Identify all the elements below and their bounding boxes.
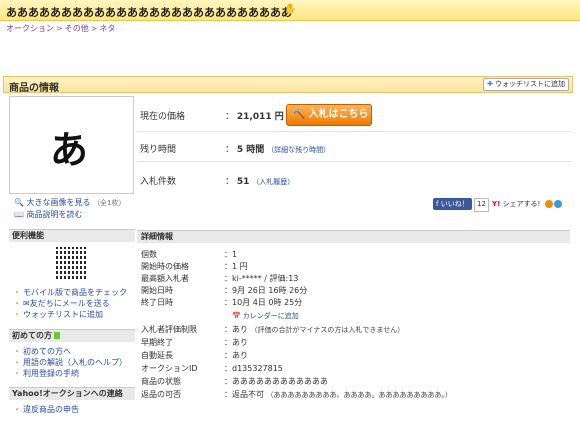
watchlist-label: ウォッチリストに追加 <box>495 80 565 88</box>
bid-button[interactable]: 🔨 入札はこちら <box>286 104 372 126</box>
detail-value: ：9月 26日 16時 26分 <box>224 286 308 295</box>
bid-count-label: 入札件数 <box>140 177 177 187</box>
details-header: 詳細情報 <box>137 230 570 243</box>
image-count: （全1枚） <box>93 199 126 207</box>
beginners-link[interactable]: ・初めての方へ <box>13 346 71 357</box>
send-mail-link[interactable]: ・ ✉友だちにメールを送る <box>13 298 110 309</box>
watchlist-button[interactable]: ✚ ウォッチリストに追加 <box>483 78 569 91</box>
detail-label: 個数 <box>141 250 157 259</box>
section-title: 商品の情報 <box>9 83 59 94</box>
magnifier-icon: 🔍 <box>14 198 24 207</box>
detail-value: ：1 <box>224 250 238 259</box>
detail-value: ：ああああああああああああ <box>224 377 328 386</box>
twitter-icon[interactable] <box>554 200 562 208</box>
image-links: 🔍 大きな画像を見る （全1枚） 📖 商品説明を読む <box>14 197 126 221</box>
title-bar: ああああああああああああああああああああああああああ ✋ <box>0 0 580 21</box>
detail-label: 開始時の価格 <box>141 262 189 271</box>
detail-label: 開始日時 <box>141 286 173 295</box>
glossary-link[interactable]: ・用語の解説（入札のヘルプ） <box>13 357 127 368</box>
remaining-time-value: ： 5 時間 （詳細な残り時間） <box>225 145 331 155</box>
mobile-check-link[interactable]: ・モバイル版で商品をチェック <box>13 287 127 298</box>
qr-code-pattern <box>56 247 88 279</box>
divider <box>137 131 571 132</box>
current-price-label: 現在の価格 <box>140 112 186 122</box>
detail-value: ：返品不可 （あああああああああ、ああああ。あああああああああ。） <box>224 390 453 399</box>
detail-label: 返品の可否 <box>141 390 181 399</box>
remaining-time-label: 残り時間 <box>140 145 177 155</box>
detail-value: ：あり <box>224 351 248 360</box>
enlarge-image-link[interactable]: 大きな画像を見る <box>27 198 91 207</box>
item-image[interactable]: あ <box>9 96 134 194</box>
highest-bidder-value[interactable]: ：ki-***** / 評価:13 <box>224 273 298 284</box>
chevron-right-icon: > <box>90 24 98 33</box>
detail-value: ：あり <box>224 338 248 347</box>
calendar-icon: 📅 <box>232 312 241 320</box>
hammer-icon: 🔨 <box>293 109 306 120</box>
breadcrumb-other[interactable]: その他 <box>65 24 89 33</box>
share-icon[interactable] <box>545 200 553 208</box>
read-description-link[interactable]: 商品説明を読む <box>27 210 83 219</box>
detailed-time-link[interactable]: （詳細な残り時間） <box>267 146 330 154</box>
breadcrumb-auction[interactable]: オークション <box>6 24 54 33</box>
detail-value: ：あり （評価の合計がマイナスの方は入札できません） <box>224 325 405 334</box>
page-title: ああああああああああああああああああああああああああ <box>6 6 292 19</box>
add-calendar-link[interactable]: 📅 カレンダーに追加 <box>232 311 299 321</box>
current-price-value: ： 21,011 円 <box>225 112 284 122</box>
detail-value: ：10月 4日 0時 25分 <box>224 298 303 307</box>
add-watchlist-link[interactable]: ・ウォッチリストに追加 <box>13 309 103 320</box>
hand-icon: ✋ <box>284 4 297 15</box>
registration-link[interactable]: ・利用登録の手続 <box>13 368 79 379</box>
item-image-glyph: あ <box>50 128 89 172</box>
divider <box>137 161 571 162</box>
detail-label: 自動延長 <box>141 351 173 360</box>
yahoo-share-button[interactable]: Y! シェアする! <box>492 198 540 210</box>
plus-icon: ✚ <box>487 80 493 88</box>
detail-label: 商品の状態 <box>141 377 181 386</box>
mail-icon: ✉ <box>23 299 30 308</box>
bid-history-link[interactable]: （入札履歴） <box>252 178 294 186</box>
detail-label: オークションID <box>141 364 198 373</box>
convenience-header: 便利機能 <box>9 229 135 242</box>
like-count: 12 <box>474 198 489 212</box>
detail-value: ：1 円 <box>224 262 248 271</box>
chevron-right-icon: > <box>56 24 63 33</box>
report-violation-link[interactable]: ・違反商品の申告 <box>13 404 79 415</box>
bid-count-value: ： 51 （入札履歴） <box>225 177 295 187</box>
breadcrumb-neta[interactable]: ネタ <box>99 24 115 33</box>
item-info-header: 商品の情報 ✚ ウォッチリストに追加 <box>3 76 573 94</box>
detail-label: 入札者評価制限 <box>141 325 197 334</box>
facebook-like-button[interactable]: f いいね！ <box>433 198 472 210</box>
beginner-mark-icon <box>54 332 60 339</box>
detail-value: ：d135327815 <box>224 364 283 373</box>
detail-label: 早期終了 <box>141 338 173 347</box>
beginners-header: 初めての方 <box>9 329 135 342</box>
detail-label: 最高額入札者 <box>141 274 189 283</box>
contact-header: Yahoo!オークションへの連絡 <box>9 387 135 400</box>
breadcrumb: オークション > その他 > ネタ <box>6 23 115 34</box>
detail-label: 終了日時 <box>141 298 173 307</box>
book-icon: 📖 <box>14 210 24 219</box>
